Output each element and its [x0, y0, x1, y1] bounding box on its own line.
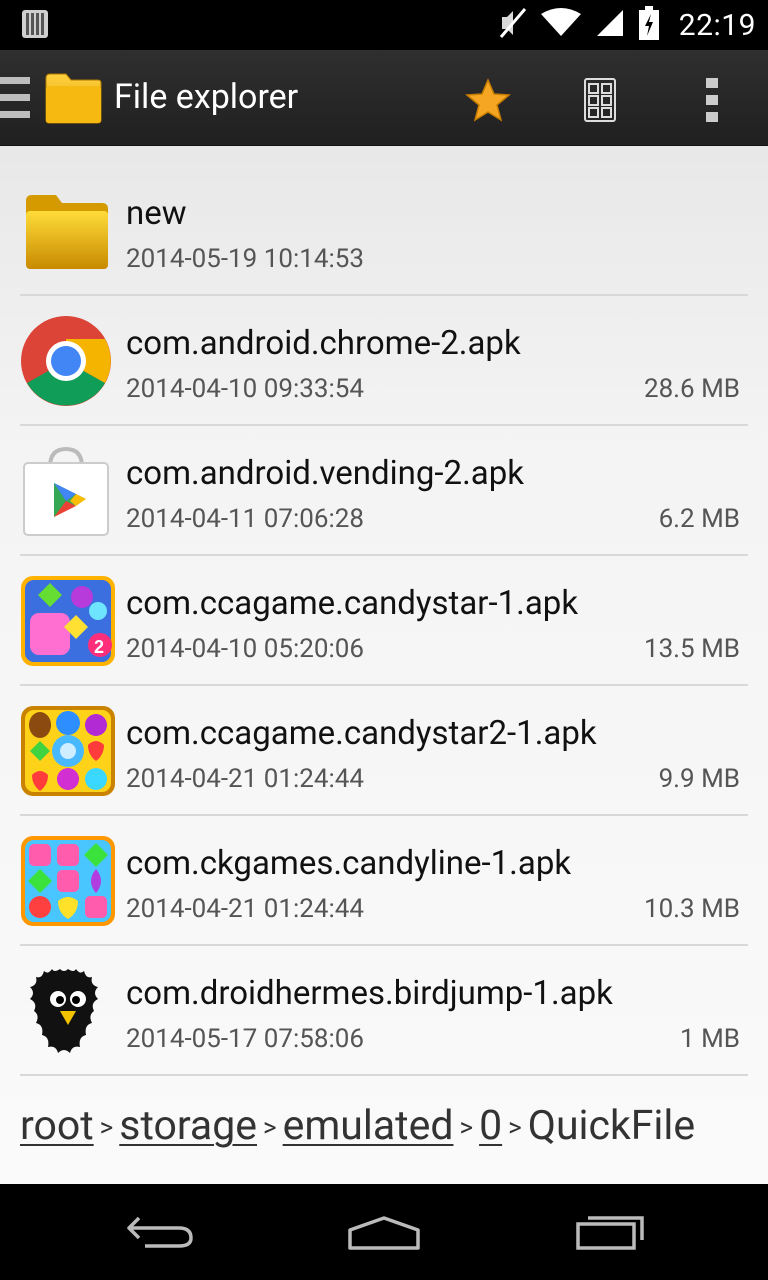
file-list-pane: new 2014-05-19 10:14:53 com.android.chro…: [0, 146, 768, 1184]
file-size: 13.5 MB: [643, 634, 740, 664]
list-item[interactable]: com.droidhermes.birdjump-1.apk 2014-05-1…: [20, 946, 748, 1076]
folder-icon[interactable]: [44, 72, 102, 128]
file-name: new: [126, 194, 187, 233]
file-size: 6.2 MB: [658, 504, 740, 534]
breadcrumb-current: QuickFile: [527, 1102, 696, 1150]
list-item[interactable]: new 2014-05-19 10:14:53: [20, 166, 748, 296]
list-item[interactable]: com.ccagame.candystar2-1.apk 2014-04-21 …: [20, 686, 748, 816]
play-store-icon: [20, 445, 116, 537]
file-date: 2014-05-17 07:58:06: [126, 1024, 364, 1054]
file-size: 28.6 MB: [643, 374, 740, 404]
file-date: 2014-05-19 10:14:53: [126, 244, 364, 274]
file-size: 1 MB: [680, 1024, 740, 1054]
breadcrumb-separator: >: [508, 1113, 522, 1144]
action-bar: File explorer: [0, 50, 768, 146]
bird-icon: [20, 965, 116, 1057]
list-item[interactable]: com.android.chrome-2.apk 2014-04-10 09:3…: [20, 296, 748, 426]
file-name: com.ccagame.candystar2-1.apk: [126, 714, 597, 753]
signal-icon: [595, 8, 625, 42]
hamburger-icon[interactable]: [0, 77, 30, 119]
file-date: 2014-04-21 01:24:44: [126, 764, 364, 794]
list-item[interactable]: com.ckgames.candyline-1.apk 2014-04-21 0…: [20, 816, 748, 946]
folder-icon: [20, 185, 116, 277]
file-date: 2014-04-21 01:24:44: [126, 894, 364, 924]
candystar-icon: 2: [20, 575, 116, 667]
file-list: new 2014-05-19 10:14:53 com.android.chro…: [0, 166, 768, 1076]
file-size: 9.9 MB: [658, 764, 740, 794]
status-time: 22:19: [678, 7, 756, 43]
file-name: com.android.vending-2.apk: [126, 454, 524, 493]
chrome-icon: [20, 315, 116, 407]
file-date: 2014-04-11 07:06:28: [126, 504, 364, 534]
breadcrumb: root > storage > emulated >0 > QuickFile: [20, 1102, 748, 1162]
breadcrumb-root[interactable]: root: [20, 1102, 94, 1150]
breadcrumb-separator: >: [459, 1113, 474, 1144]
overflow-menu-icon[interactable]: [682, 70, 742, 130]
file-date: 2014-04-10 09:33:54: [126, 374, 364, 404]
recents-icon[interactable]: [570, 1208, 650, 1256]
file-name: com.ckgames.candyline-1.apk: [126, 844, 572, 883]
grid-view-icon[interactable]: [570, 70, 630, 130]
file-name: com.ccagame.candystar-1.apk: [126, 584, 579, 623]
file-date: 2014-04-10 05:20:06: [126, 634, 364, 664]
breadcrumb-0[interactable]: 0: [479, 1102, 502, 1150]
navigation-bar: [0, 1184, 768, 1280]
candyline-icon: [20, 835, 116, 927]
list-item[interactable]: com.android.vending-2.apk 2014-04-11 07:…: [20, 426, 748, 556]
file-name: com.droidhermes.birdjump-1.apk: [126, 974, 613, 1013]
svg-text:2: 2: [94, 637, 104, 657]
breadcrumb-separator: >: [263, 1113, 277, 1144]
notification-icon: [22, 10, 48, 42]
wifi-icon: [540, 8, 581, 42]
star-icon[interactable]: [458, 70, 518, 130]
breadcrumb-emulated[interactable]: emulated: [283, 1102, 454, 1150]
candystar2-icon: [20, 705, 116, 797]
mute-icon: [499, 7, 527, 43]
breadcrumb-storage[interactable]: storage: [119, 1102, 257, 1150]
file-name: com.android.chrome-2.apk: [126, 324, 521, 363]
file-size: 10.3 MB: [643, 894, 740, 924]
home-icon[interactable]: [344, 1208, 424, 1256]
battery-icon: [638, 6, 659, 44]
breadcrumb-separator: >: [99, 1113, 114, 1144]
list-item[interactable]: 2 com.ccagame.candystar-1.apk 2014-04-10…: [20, 556, 748, 686]
status-bar: 22:19: [0, 0, 768, 50]
app-title: File explorer: [114, 77, 299, 117]
back-icon[interactable]: [120, 1208, 200, 1256]
